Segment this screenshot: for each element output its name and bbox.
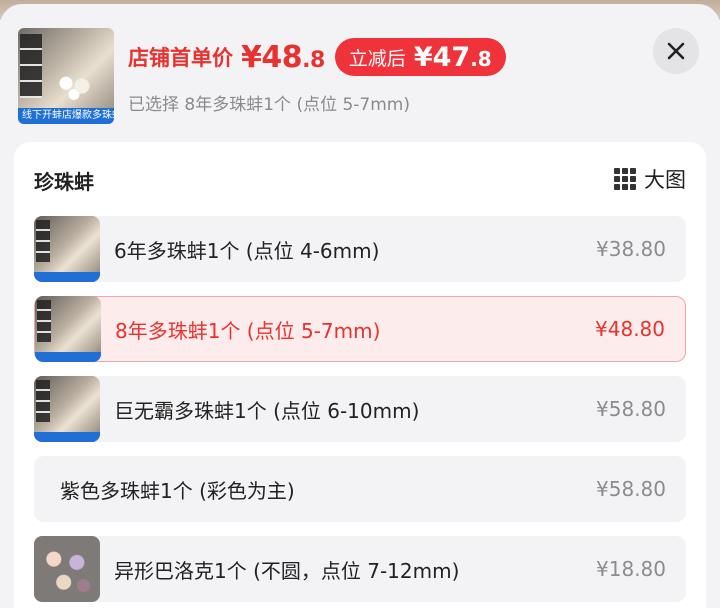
- thumbnail-side-panel: [20, 34, 42, 98]
- close-button[interactable]: [653, 28, 699, 74]
- section-title: 珍珠蚌: [34, 170, 94, 194]
- variant-name: 紫色多珠蚌1个 (彩色为主): [60, 478, 295, 503]
- variant-name: 6年多珠蚌1个 (点位 4-6mm): [114, 238, 380, 263]
- big-view-toggle[interactable]: 大图: [614, 164, 686, 194]
- variant-price: ¥38.80: [596, 237, 666, 261]
- discount-label: 立减后: [348, 47, 406, 70]
- variant-card: 珍珠蚌 大图 6年多珠蚌1个 (点位 4-6mm) ¥38.80 8年多珠蚌1个…: [14, 142, 706, 608]
- price-main: ¥48: [241, 39, 303, 75]
- grid-icon: [614, 168, 636, 190]
- price-value: ¥48.8: [241, 40, 325, 75]
- thumbnail-pearls: [54, 72, 94, 100]
- variant-price: ¥48.80: [595, 317, 665, 341]
- sku-selector-sheet: 线下开蚌店爆款多珠蚌 店铺首单价 ¥48.8 立减后 ¥47.8 已选择 8年多…: [0, 4, 720, 608]
- variant-option-3[interactable]: 巨无霸多珠蚌1个 (点位 6-10mm) ¥58.80: [34, 376, 686, 442]
- close-icon: [667, 42, 685, 60]
- product-thumbnail[interactable]: 线下开蚌店爆款多珠蚌: [18, 28, 114, 124]
- discount-badge: 立减后 ¥47.8: [334, 38, 506, 76]
- variant-thumbnail: [35, 296, 101, 362]
- big-view-label: 大图: [644, 168, 686, 192]
- price-decimal: .8: [302, 47, 325, 73]
- variant-option-5[interactable]: 异形巴洛克1个 (不圆，点位 7-12mm) ¥18.80: [34, 536, 686, 602]
- discount-price: ¥47.8: [414, 42, 492, 73]
- variant-price: ¥58.80: [596, 397, 666, 421]
- discount-main: ¥47: [413, 41, 471, 73]
- thumbnail-banner: 线下开蚌店爆款多珠蚌: [18, 108, 114, 124]
- price-row: 店铺首单价 ¥48.8 立减后 ¥47.8: [128, 38, 506, 76]
- variant-thumbnail: [34, 536, 100, 602]
- variant-price: ¥18.80: [596, 557, 666, 581]
- variant-option-1[interactable]: 6年多珠蚌1个 (点位 4-6mm) ¥38.80: [34, 216, 686, 282]
- variant-price: ¥58.80: [596, 477, 666, 501]
- variant-thumbnail: [34, 376, 100, 442]
- variant-option-2[interactable]: 8年多珠蚌1个 (点位 5-7mm) ¥48.80: [34, 296, 686, 362]
- discount-decimal: .8: [470, 46, 492, 71]
- price-label: 店铺首单价: [128, 46, 233, 70]
- variant-option-4[interactable]: 紫色多珠蚌1个 (彩色为主) ¥58.80: [34, 456, 686, 522]
- variant-name: 8年多珠蚌1个 (点位 5-7mm): [115, 318, 381, 343]
- selected-variant-text: 已选择 8年多珠蚌1个 (点位 5-7mm): [128, 95, 410, 115]
- variant-thumbnail: [34, 216, 100, 282]
- variant-name: 异形巴洛克1个 (不圆，点位 7-12mm): [114, 558, 460, 583]
- variant-name: 巨无霸多珠蚌1个 (点位 6-10mm): [114, 398, 420, 423]
